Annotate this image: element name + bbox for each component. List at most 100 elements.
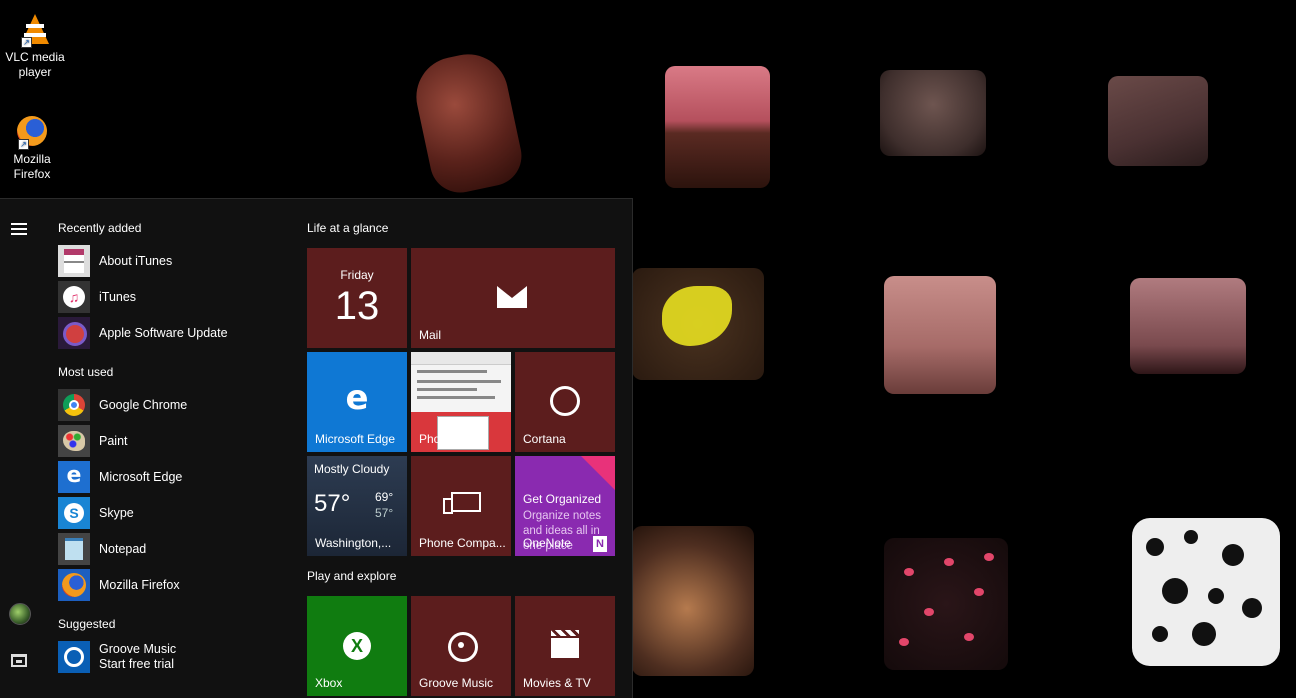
weather-tile[interactable]: Mostly Cloudy 57° 69° 57° Washington,... — [307, 456, 407, 556]
about-itunes-icon — [58, 245, 90, 277]
clapperboard-icon — [551, 630, 579, 658]
tile-label: Cortana — [523, 432, 566, 446]
vlc-cone-icon: ↗ — [19, 14, 51, 48]
apple-software-update-icon — [58, 317, 90, 349]
tile-group-header-life-at-a-glance: Life at a glance — [307, 221, 389, 235]
calendar-date: 13 — [334, 284, 380, 328]
desktop-icon-vlc[interactable]: ↗ VLC media player — [0, 14, 70, 80]
wallpaper-chocolate — [632, 268, 764, 380]
tile-label: Microsoft Edge — [315, 432, 396, 446]
tile-group-header-play-and-explore: Play and explore — [307, 569, 397, 583]
firefox-icon — [58, 569, 90, 601]
onenote-heading: Get Organized — [523, 492, 602, 506]
photo-preview-text — [417, 388, 477, 391]
suggestion-subtitle: Start free trial — [99, 657, 175, 671]
edge-icon — [58, 461, 90, 493]
app-label: Mozilla Firefox — [99, 578, 180, 592]
xbox-tile[interactable]: X Xbox — [307, 596, 407, 696]
photo-preview-text — [417, 380, 501, 383]
wallpaper-chocolate — [665, 66, 770, 188]
wallpaper-chocolate — [632, 526, 754, 676]
wallpaper-chocolate — [884, 276, 996, 394]
app-google-chrome[interactable]: Google Chrome — [58, 389, 288, 421]
photos-tile[interactable]: Photos — [411, 352, 511, 452]
wallpaper-chocolate — [1132, 518, 1280, 666]
photo-preview-toolbar — [411, 352, 511, 365]
photo-preview-text — [417, 370, 487, 373]
pc-monitor-icon — [451, 492, 481, 512]
wallpaper-chocolate — [1108, 76, 1208, 166]
photo-preview-text — [417, 396, 495, 399]
start-menu-rail — [0, 199, 38, 698]
weather-low: 57° — [375, 506, 394, 520]
app-label: Groove Music Start free trial — [99, 642, 176, 672]
wallpaper-chocolate — [1130, 278, 1246, 374]
groove-music-icon — [58, 641, 90, 673]
app-mozilla-firefox[interactable]: Mozilla Firefox — [58, 569, 288, 601]
firefox-icon: ↗ — [16, 116, 48, 150]
weather-temperature: 57° — [314, 490, 351, 517]
app-label: Microsoft Edge — [99, 470, 183, 484]
tile-label: Phone Compa... — [419, 536, 506, 550]
desktop-icon-label: Mozilla Firefox — [13, 152, 51, 181]
microsoft-edge-tile[interactable]: Microsoft Edge — [307, 352, 407, 452]
tile-label: Groove Music — [419, 676, 494, 690]
movies-tv-tile[interactable]: Movies & TV — [515, 596, 615, 696]
section-header-suggested: Suggested — [58, 617, 116, 631]
weather-location: Washington,... — [315, 536, 392, 550]
app-skype[interactable]: Skype — [58, 497, 288, 529]
cortana-ring-icon — [550, 386, 580, 416]
suggestion-title: Groove Music — [99, 642, 177, 656]
app-about-itunes[interactable]: About iTunes — [58, 245, 288, 277]
weather-condition: Mostly Cloudy — [314, 462, 390, 476]
wallpaper-chocolate — [884, 538, 1008, 670]
desktop-icon-label: VLC media player — [5, 50, 65, 79]
edge-icon — [339, 380, 375, 416]
xbox-logo-icon: X — [343, 632, 371, 660]
onenote-tile[interactable]: Get Organized Organize notes and ideas a… — [515, 456, 615, 556]
weather-high: 69° — [375, 490, 394, 504]
app-label: Paint — [99, 434, 128, 448]
app-groove-music-suggestion[interactable]: Groove Music Start free trial — [58, 640, 288, 674]
tile-label: Photos — [419, 432, 457, 446]
chrome-icon — [58, 389, 90, 421]
tile-label: OneNote — [523, 536, 572, 550]
calendar-tile[interactable]: Friday 13 — [307, 248, 407, 348]
wallpaper-chocolate — [880, 70, 986, 156]
desktop-icon-firefox[interactable]: ↗ Mozilla Firefox — [0, 116, 67, 182]
paint-icon — [58, 425, 90, 457]
groove-disc-icon — [448, 632, 478, 662]
file-explorer-icon[interactable] — [11, 654, 27, 667]
cortana-tile[interactable]: Cortana — [515, 352, 615, 452]
tile-label: Xbox — [315, 676, 343, 690]
mail-tile[interactable]: Mail — [411, 248, 615, 348]
app-label: Notepad — [99, 542, 147, 556]
tile-label: Movies & TV — [523, 676, 591, 690]
calendar-day: Friday — [340, 268, 374, 282]
skype-icon — [58, 497, 90, 529]
app-notepad[interactable]: Notepad — [58, 533, 288, 565]
onenote-corner-accent — [581, 456, 615, 490]
app-label: About iTunes — [99, 254, 173, 268]
app-label: Google Chrome — [99, 398, 188, 412]
app-label: Skype — [99, 506, 134, 520]
section-header-recently-added: Recently added — [58, 221, 142, 235]
itunes-icon — [58, 281, 90, 313]
app-label: Apple Software Update — [99, 326, 228, 340]
mail-envelope-icon — [497, 286, 527, 308]
app-paint[interactable]: Paint — [58, 425, 288, 457]
phone-companion-tile[interactable]: Phone Compa... — [411, 456, 511, 556]
wallpaper-chocolate — [408, 46, 528, 199]
user-avatar[interactable] — [9, 603, 31, 625]
app-label: iTunes — [99, 290, 137, 304]
app-apple-software-update[interactable]: Apple Software Update — [58, 317, 288, 349]
groove-music-tile[interactable]: Groove Music — [411, 596, 511, 696]
onenote-icon: N — [593, 536, 607, 552]
notepad-icon — [58, 533, 90, 565]
app-itunes[interactable]: iTunes — [58, 281, 288, 313]
section-header-most-used: Most used — [58, 365, 114, 379]
app-microsoft-edge[interactable]: Microsoft Edge — [58, 461, 288, 493]
tile-label: Mail — [419, 328, 442, 342]
hamburger-menu-icon[interactable] — [11, 223, 27, 238]
phone-icon — [443, 498, 453, 514]
